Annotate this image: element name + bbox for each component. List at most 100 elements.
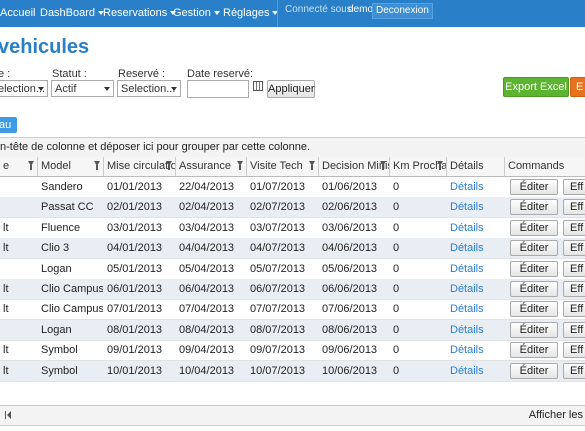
logout-button[interactable]: Deconexion bbox=[372, 3, 433, 19]
edit-button[interactable]: Éditer bbox=[510, 321, 558, 338]
table-row[interactable]: Passat CC 02/01/2013 02/04/2013 02/07/2013 0… bbox=[0, 197, 585, 219]
table-cell-visite: 10/07/2013 bbox=[250, 364, 306, 377]
delete-button[interactable]: Eff bbox=[563, 260, 585, 277]
details-link[interactable]: Détails bbox=[447, 279, 504, 299]
delete-button[interactable]: Eff bbox=[563, 240, 585, 257]
delete-button[interactable]: Eff bbox=[563, 281, 585, 297]
nav-dashboard-label: DashBoard bbox=[40, 7, 96, 19]
column-header-label: Assurance bbox=[179, 160, 231, 172]
column-header[interactable]: Km Prochain bbox=[389, 157, 446, 176]
filter-type-select[interactable]: election... bbox=[0, 80, 48, 97]
nav-reglages-label: Réglages bbox=[223, 7, 270, 19]
column-header[interactable]: Model bbox=[37, 157, 103, 176]
details-link[interactable]: Détails bbox=[447, 361, 504, 381]
column-header[interactable]: Decision Minist bbox=[318, 157, 389, 176]
edit-button[interactable]: Éditer bbox=[510, 240, 558, 257]
table-cell-make: lt bbox=[3, 283, 9, 295]
edit-button[interactable]: Éditer bbox=[510, 301, 558, 318]
delete-button[interactable]: Eff bbox=[563, 301, 585, 318]
table-row[interactable]: Logan 08/01/2013 08/04/2013 08/07/2013 08/06… bbox=[0, 319, 585, 341]
filter-reserve-value: Selection... bbox=[121, 83, 176, 95]
column-header[interactable]: Mise circulation bbox=[103, 157, 175, 176]
table-row[interactable]: Sandero 01/01/2013 22/04/2013 01/07/2013 01/… bbox=[0, 177, 585, 198]
nav-gestion[interactable]: Gestion bbox=[173, 7, 220, 19]
edit-button[interactable]: Éditer bbox=[510, 179, 558, 195]
new-vehicle-button[interactable]: au bbox=[0, 117, 17, 133]
table-row[interactable]: Logan 05/01/2013 05/04/2013 05/07/2013 05/06… bbox=[0, 259, 585, 280]
filter-statut-select[interactable]: Actif bbox=[51, 80, 114, 97]
details-link[interactable]: Détails bbox=[447, 320, 504, 340]
table-cell-decision: 01/06/2013 bbox=[322, 181, 378, 193]
table-cell-model: Passat CC bbox=[41, 201, 94, 214]
table-cell-decision: 07/06/2013 bbox=[322, 303, 378, 316]
delete-button[interactable]: Eff bbox=[563, 219, 585, 236]
column-header[interactable]: Visite Tech bbox=[246, 157, 318, 176]
edit-button[interactable]: Éditer bbox=[510, 260, 558, 277]
edit-button[interactable]: Éditer bbox=[510, 342, 558, 359]
details-link[interactable]: Détails bbox=[447, 238, 504, 258]
edit-button[interactable]: Éditer bbox=[510, 362, 558, 379]
details-link[interactable]: Détails bbox=[447, 299, 504, 319]
connected-as-text: Connecté sous bbox=[285, 4, 352, 15]
export-excel-button[interactable]: Export Excel bbox=[503, 77, 569, 97]
table-row[interactable]: lt Symbol 10/01/2013 10/04/2013 10/07/2013 10… bbox=[0, 360, 585, 382]
group-drop-area[interactable]: n-tête de colonne et déposer ici pour gr… bbox=[0, 138, 585, 158]
edit-button[interactable]: Éditer bbox=[510, 281, 558, 297]
filter-date-input[interactable] bbox=[187, 80, 249, 98]
table-cell-mise: 10/01/2013 bbox=[107, 364, 163, 377]
edit-button[interactable]: Éditer bbox=[510, 199, 558, 216]
table-row[interactable]: lt Clio Campus 07/01/2013 07/04/2013 07/07/2… bbox=[0, 299, 585, 321]
delete-button[interactable]: Eff bbox=[563, 362, 585, 379]
filter-icon[interactable] bbox=[309, 161, 315, 170]
filter-icon[interactable] bbox=[28, 161, 34, 170]
table-cell-mise: 02/01/2013 bbox=[107, 201, 163, 214]
table-cell-model: Sandero bbox=[41, 181, 83, 193]
table-cell-visite: 02/07/2013 bbox=[250, 201, 306, 214]
table-row[interactable]: lt Clio 3 04/01/2013 04/04/2013 04/07/2013 04… bbox=[0, 238, 585, 260]
delete-button[interactable]: Eff bbox=[563, 342, 585, 359]
table-cell-make: lt bbox=[3, 364, 9, 377]
filter-icon[interactable] bbox=[380, 161, 386, 170]
filter-reserve-select[interactable]: Selection... bbox=[117, 80, 181, 97]
grid-pager: Afficher les bbox=[0, 405, 585, 426]
table-row[interactable]: lt Fluence 03/01/2013 03/04/2013 03/07/2013 0… bbox=[0, 218, 585, 239]
column-header-label: Visite Tech bbox=[250, 160, 303, 172]
details-link[interactable]: Détails bbox=[447, 197, 504, 217]
delete-button[interactable]: Eff bbox=[563, 321, 585, 338]
table-cell-decision: 03/06/2013 bbox=[322, 221, 378, 234]
filter-icon[interactable] bbox=[166, 161, 172, 170]
table-cell-mise: 05/01/2013 bbox=[107, 262, 163, 275]
table-cell-km: 0 bbox=[393, 344, 400, 357]
nav-reservations[interactable]: Reservations bbox=[103, 7, 177, 19]
chevron-down-icon bbox=[171, 87, 177, 91]
apply-button[interactable]: Appliquer bbox=[267, 80, 315, 98]
details-link[interactable]: Détails bbox=[447, 218, 504, 238]
details-link[interactable]: Détails bbox=[447, 177, 504, 197]
filter-icon[interactable] bbox=[94, 161, 100, 170]
column-header[interactable]: e bbox=[0, 157, 37, 176]
table-cell-assurance: 10/04/2013 bbox=[179, 364, 235, 377]
table-cell-make: lt bbox=[3, 221, 9, 234]
table-row[interactable]: lt Clio Campus 06/01/2013 06/04/2013 06/07/2… bbox=[0, 279, 585, 300]
calendar-icon[interactable] bbox=[253, 81, 263, 91]
details-link[interactable]: Détails bbox=[447, 340, 504, 360]
table-row[interactable]: lt Symbol 09/01/2013 09/04/2013 09/07/2013 09… bbox=[0, 340, 585, 362]
nav-dashboard[interactable]: DashBoard bbox=[40, 7, 105, 19]
chevron-down-icon bbox=[104, 87, 110, 91]
nav-accueil[interactable]: Accueil bbox=[0, 7, 35, 19]
filter-date-label: Date reservé: bbox=[187, 68, 254, 80]
edit-button[interactable]: Éditer bbox=[510, 219, 558, 236]
table-cell-visite: 09/07/2013 bbox=[250, 344, 306, 357]
table-cell-assurance: 03/04/2013 bbox=[179, 221, 235, 234]
export-other-button[interactable]: E bbox=[570, 77, 585, 97]
details-link[interactable]: Détails bbox=[447, 259, 504, 279]
nav-reglages[interactable]: Réglages bbox=[223, 7, 279, 19]
table-cell-make: lt bbox=[3, 303, 9, 316]
first-page-icon[interactable] bbox=[5, 411, 11, 419]
table-cell-km: 0 bbox=[393, 181, 400, 193]
filter-icon[interactable] bbox=[437, 161, 443, 170]
column-header[interactable]: Assurance bbox=[175, 157, 246, 176]
delete-button[interactable]: Eff bbox=[563, 199, 585, 216]
delete-button[interactable]: Eff bbox=[563, 179, 585, 195]
filter-icon[interactable] bbox=[237, 161, 243, 170]
